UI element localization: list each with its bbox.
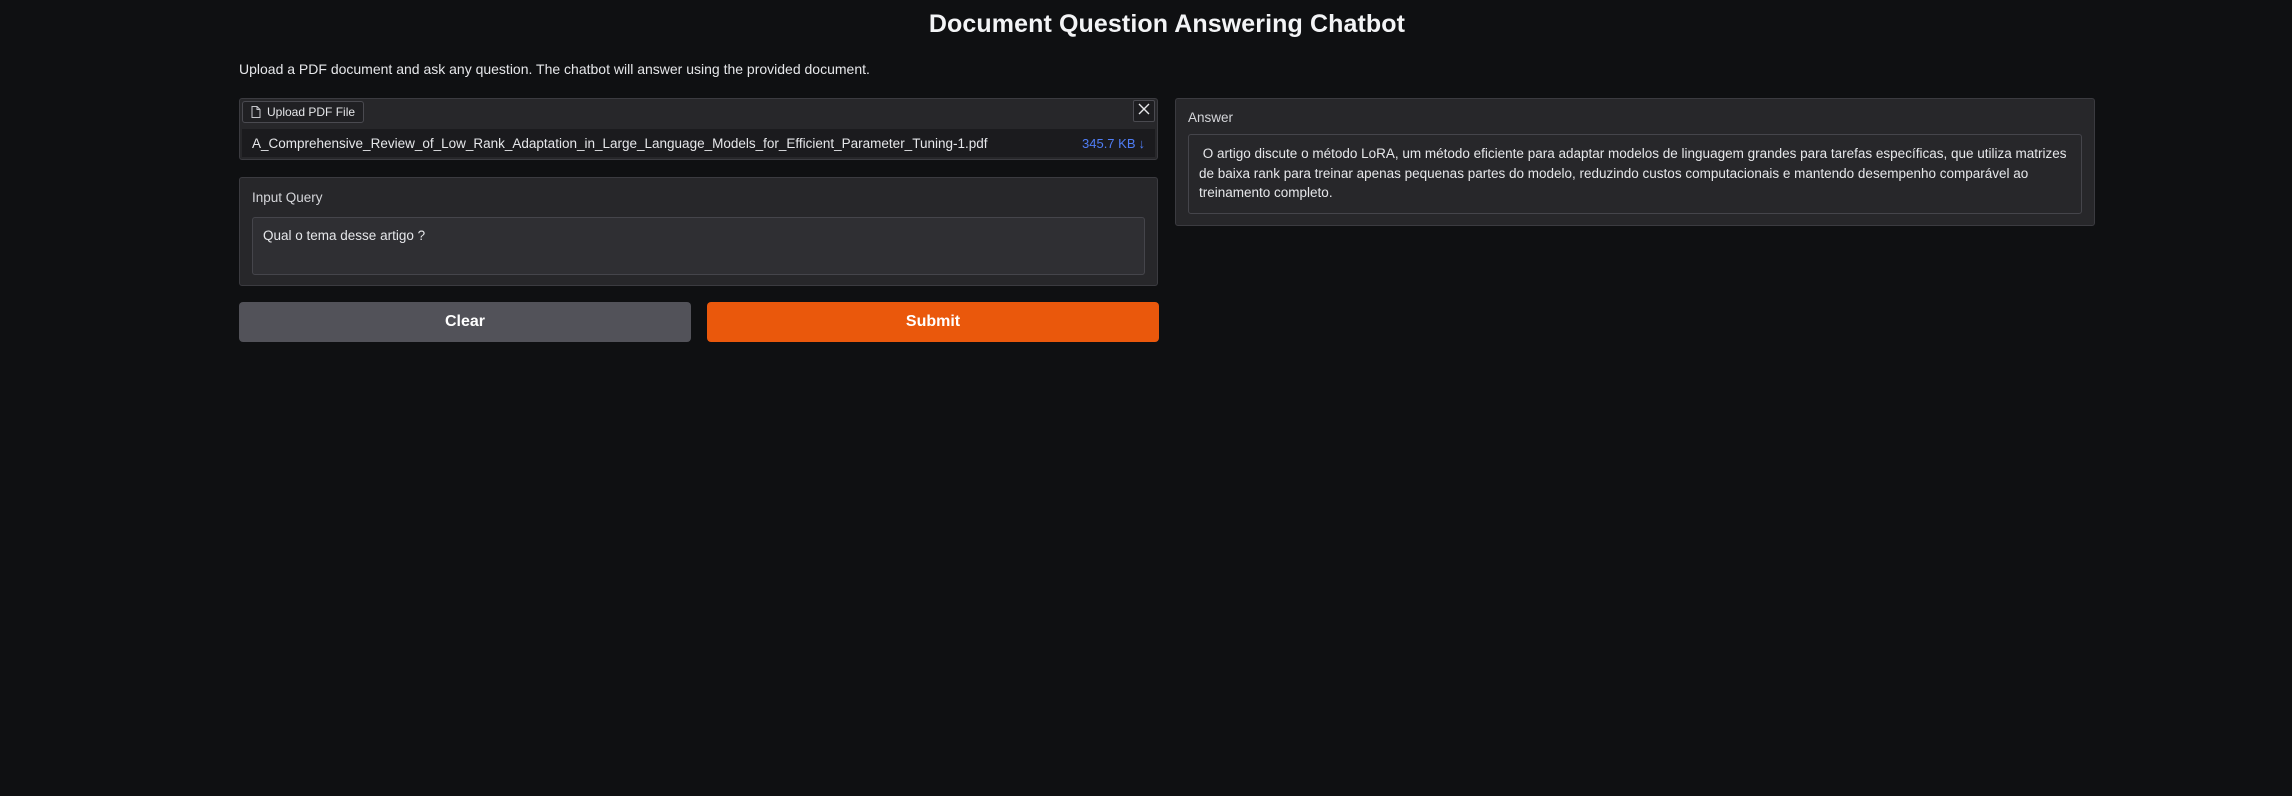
clear-button[interactable]: Clear [239, 302, 691, 342]
close-file-button[interactable] [1133, 100, 1155, 122]
download-arrow-icon: ↓ [1138, 135, 1146, 151]
query-textarea[interactable]: Qual o tema desse artigo ? [252, 217, 1145, 275]
file-upload-panel: Upload PDF File A_Comprehensive_Review_o… [239, 98, 1158, 160]
app-root: Document Question Answering Chatbot Uplo… [0, 0, 2292, 796]
answer-panel: Answer O artigo discute o método LoRA, u… [1175, 98, 2095, 226]
answer-label: Answer [1188, 110, 1234, 125]
upload-pdf-tab-label: Upload PDF File [267, 105, 356, 119]
file-icon [251, 106, 261, 118]
input-query-panel: Input Query Qual o tema desse artigo ? [239, 177, 1158, 286]
page-description: Upload a PDF document and ask any questi… [239, 61, 870, 77]
uploaded-file-row: A_Comprehensive_Review_of_Low_Rank_Adapt… [242, 129, 1155, 157]
file-size-label: 345.7 KB [1082, 135, 1136, 151]
upload-pdf-tab[interactable]: Upload PDF File [242, 101, 365, 123]
close-icon [1138, 102, 1150, 120]
uploaded-file-name: A_Comprehensive_Review_of_Low_Rank_Adapt… [252, 135, 988, 151]
answer-output[interactable]: O artigo discute o método LoRA, um métod… [1188, 134, 2082, 214]
submit-button[interactable]: Submit [707, 302, 1159, 342]
page-title: Document Question Answering Chatbot [928, 10, 1406, 38]
input-query-label: Input Query [252, 190, 323, 205]
file-download-link[interactable]: 345.7 KB ↓ [1082, 136, 1145, 151]
